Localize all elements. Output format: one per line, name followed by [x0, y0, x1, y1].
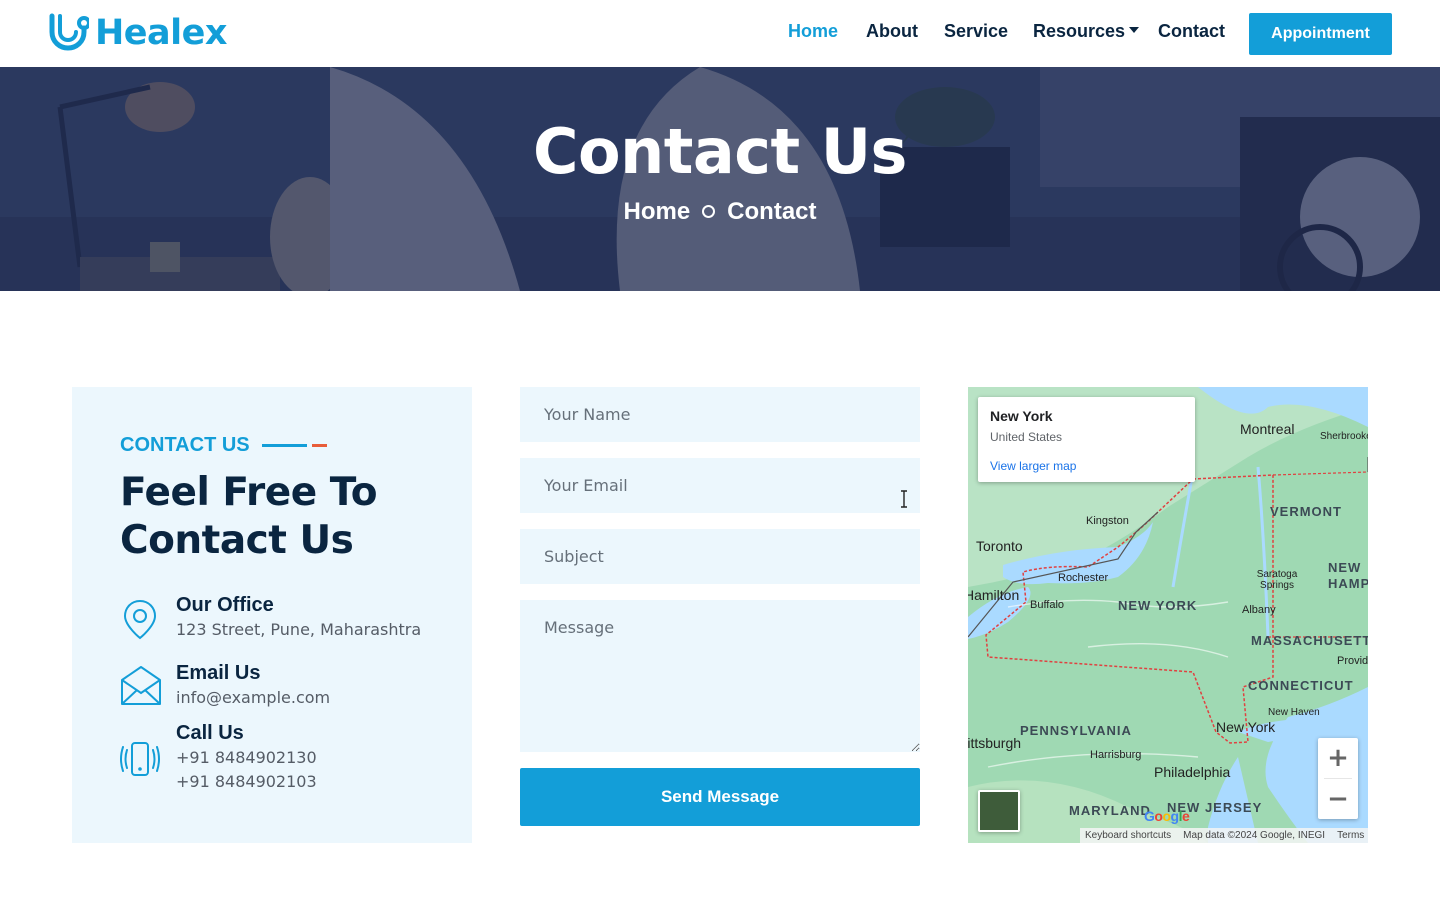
section-tag: CONTACT US	[120, 434, 327, 457]
map-attribution: Keyboard shortcuts Map data ©2024 Google…	[1080, 828, 1368, 843]
view-larger-map-link[interactable]: View larger map	[990, 459, 1076, 473]
email-field[interactable]	[520, 458, 920, 513]
map-city-montreal: Montreal	[1240, 421, 1295, 437]
phone-vibrate-icon	[120, 742, 160, 776]
office-address: 123 Street, Pune, Maharashtra	[176, 620, 422, 639]
email-address[interactable]: info@example.com	[176, 688, 330, 707]
nav-contact[interactable]: Contact	[1158, 21, 1225, 42]
zoom-out-button[interactable]: −	[1318, 779, 1358, 819]
location-pin-icon	[123, 599, 157, 640]
text-cursor-icon	[901, 490, 907, 508]
nav-home[interactable]: Home	[788, 21, 838, 42]
send-message-button[interactable]: Send Message	[520, 768, 920, 826]
google-map[interactable]: Montreal Sherbrooke Kingston Toronto Roc…	[968, 387, 1368, 843]
map-city-buffalo: Buffalo	[1030, 599, 1065, 611]
map-city-rochester: Rochester	[1058, 572, 1109, 584]
google-logo: Google	[1144, 808, 1190, 824]
zoom-in-button[interactable]: +	[1318, 738, 1358, 778]
message-field[interactable]	[520, 600, 920, 752]
hero-banner: Contact Us Home Contact	[0, 67, 1440, 291]
nav-about[interactable]: About	[866, 21, 918, 42]
map-info-title: New York	[990, 408, 1053, 424]
phone-number-1[interactable]: +91 8484902130	[176, 748, 317, 767]
breadcrumb: Home Contact	[0, 198, 1440, 226]
tag-line-decor	[261, 444, 307, 447]
name-field[interactable]	[520, 387, 920, 442]
section-heading: Feel Free To Contact Us	[120, 470, 377, 563]
keyboard-shortcuts-link[interactable]: Keyboard shortcuts	[1085, 830, 1171, 841]
subject-field[interactable]	[520, 529, 920, 584]
map-state-new-hampshire: NEW HAMPSHIRE	[1328, 560, 1368, 591]
call-info: Call Us +91 8484902130 +91 8484902103	[120, 722, 450, 806]
zoom-controls: + −	[1318, 738, 1358, 819]
map-city-sherbrooke: Sherbrooke	[1320, 431, 1368, 442]
map-city-kingston: Kingston	[1086, 515, 1129, 527]
map-state-connecticut: CONNECTICUT	[1248, 678, 1354, 693]
tag-line-accent	[311, 444, 327, 447]
map-city-new-york: New York	[1216, 719, 1276, 735]
map-state-pennsylvania: PENNSYLVANIA	[1020, 723, 1132, 738]
map-city-new-haven: New Haven	[1268, 707, 1320, 718]
map-city-providence: Providence	[1337, 655, 1368, 667]
call-title: Call Us	[176, 722, 244, 744]
map-city-pittsburgh: Pittsburgh	[968, 735, 1022, 751]
satellite-layer-toggle[interactable]	[978, 790, 1020, 832]
nav-resources-label: Resources	[1033, 21, 1126, 41]
section-tag-label: CONTACT US	[120, 434, 250, 456]
map-state-new-york: NEW YORK	[1118, 598, 1198, 613]
email-title: Email Us	[176, 662, 261, 684]
breadcrumb-home[interactable]: Home	[623, 198, 690, 225]
terms-link[interactable]: Terms	[1337, 830, 1364, 841]
map-city-harrisburg: Harrisburg	[1090, 749, 1142, 761]
map-info-window: New York United States View larger map	[978, 397, 1195, 482]
map-state-massachusetts: MASSACHUSETTS	[1251, 633, 1368, 648]
email-info: Email Us info@example.com	[120, 662, 450, 719]
office-info: Our Office 123 Street, Pune, Maharashtra	[120, 594, 450, 651]
caret-down-icon	[1129, 27, 1140, 33]
phone-number-2[interactable]: +91 8484902103	[176, 772, 317, 791]
main-nav: Home About Service Resources Contact	[0, 21, 1440, 45]
map-city-philadelphia: Philadelphia	[1154, 764, 1231, 780]
map-city-toronto: Toronto	[976, 538, 1023, 554]
map-data-credit: Map data ©2024 Google, INEGI	[1183, 830, 1326, 841]
breadcrumb-current: Contact	[727, 198, 817, 225]
contact-info-card: CONTACT US Feel Free To Contact Us Our O…	[72, 387, 472, 843]
map-state-vermont: VERMONT	[1270, 504, 1342, 519]
map-info-subtitle: United States	[990, 430, 1063, 444]
map-city-albany: Albany	[1242, 604, 1276, 616]
nav-resources[interactable]: Resources	[1033, 21, 1140, 42]
appointment-button[interactable]: Appointment	[1249, 13, 1392, 55]
map-city-saratoga-springs: Saratoga Springs	[1256, 569, 1298, 591]
office-title: Our Office	[176, 594, 274, 616]
map-city-hamilton: Hamilton	[968, 587, 1020, 603]
circle-separator-icon	[702, 205, 716, 218]
nav-service[interactable]: Service	[944, 21, 1008, 42]
navbar: Healex Home About Service Resources Cont…	[0, 0, 1440, 67]
map-state-maryland: MARYLAND	[1069, 803, 1151, 818]
page-title: Contact Us	[533, 115, 907, 188]
envelope-icon	[121, 666, 161, 705]
